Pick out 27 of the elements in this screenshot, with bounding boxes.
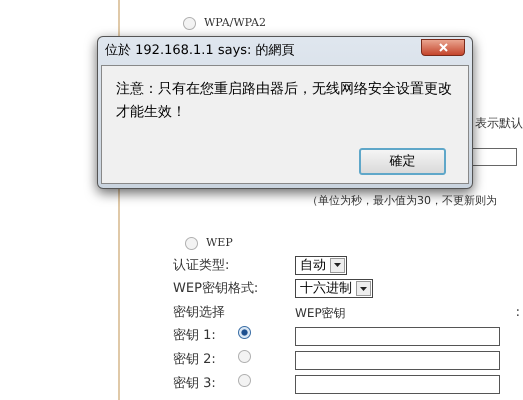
option-label: WPA/WPA2 bbox=[204, 15, 266, 31]
radio-button[interactable] bbox=[238, 326, 251, 340]
key-input-field[interactable] bbox=[295, 326, 500, 346]
key-label: 密钥 3: bbox=[173, 375, 217, 394]
dropdown[interactable]: 自动 bbox=[295, 256, 347, 275]
field-label: 认证类型: bbox=[173, 256, 230, 274]
column-header: : bbox=[516, 304, 520, 322]
hint-text: 表示默认 bbox=[475, 114, 523, 132]
column-header: WEP密钥 bbox=[295, 304, 346, 322]
field-label: WEP密钥格式: bbox=[173, 280, 260, 298]
radio-button[interactable] bbox=[238, 350, 251, 364]
close-icon bbox=[438, 42, 448, 52]
column-header: 密钥选择 bbox=[173, 304, 226, 322]
radio-button[interactable] bbox=[185, 236, 198, 250]
close-button[interactable] bbox=[421, 38, 465, 56]
dialog-title: 位於 192.168.1.1 says: 的網頁 bbox=[105, 42, 295, 60]
key-label: 密钥 2: bbox=[173, 351, 217, 370]
radio-button[interactable] bbox=[238, 374, 251, 388]
option-label: WEP bbox=[206, 235, 233, 251]
key-input-field[interactable] bbox=[295, 350, 500, 370]
key-input-field[interactable] bbox=[295, 374, 500, 394]
note-text: （单位为秒，最小值为30，不更新则为 bbox=[307, 194, 497, 206]
ok-button[interactable]: 確定 bbox=[359, 148, 446, 175]
key-label: 密钥 1: bbox=[173, 327, 217, 346]
dialog-message: 注意：只有在您重启路由器后，无线网络安全设置更改才能生效！ bbox=[116, 80, 453, 122]
radio-button[interactable] bbox=[183, 16, 196, 30]
dropdown[interactable]: 十六进制 bbox=[295, 279, 373, 298]
